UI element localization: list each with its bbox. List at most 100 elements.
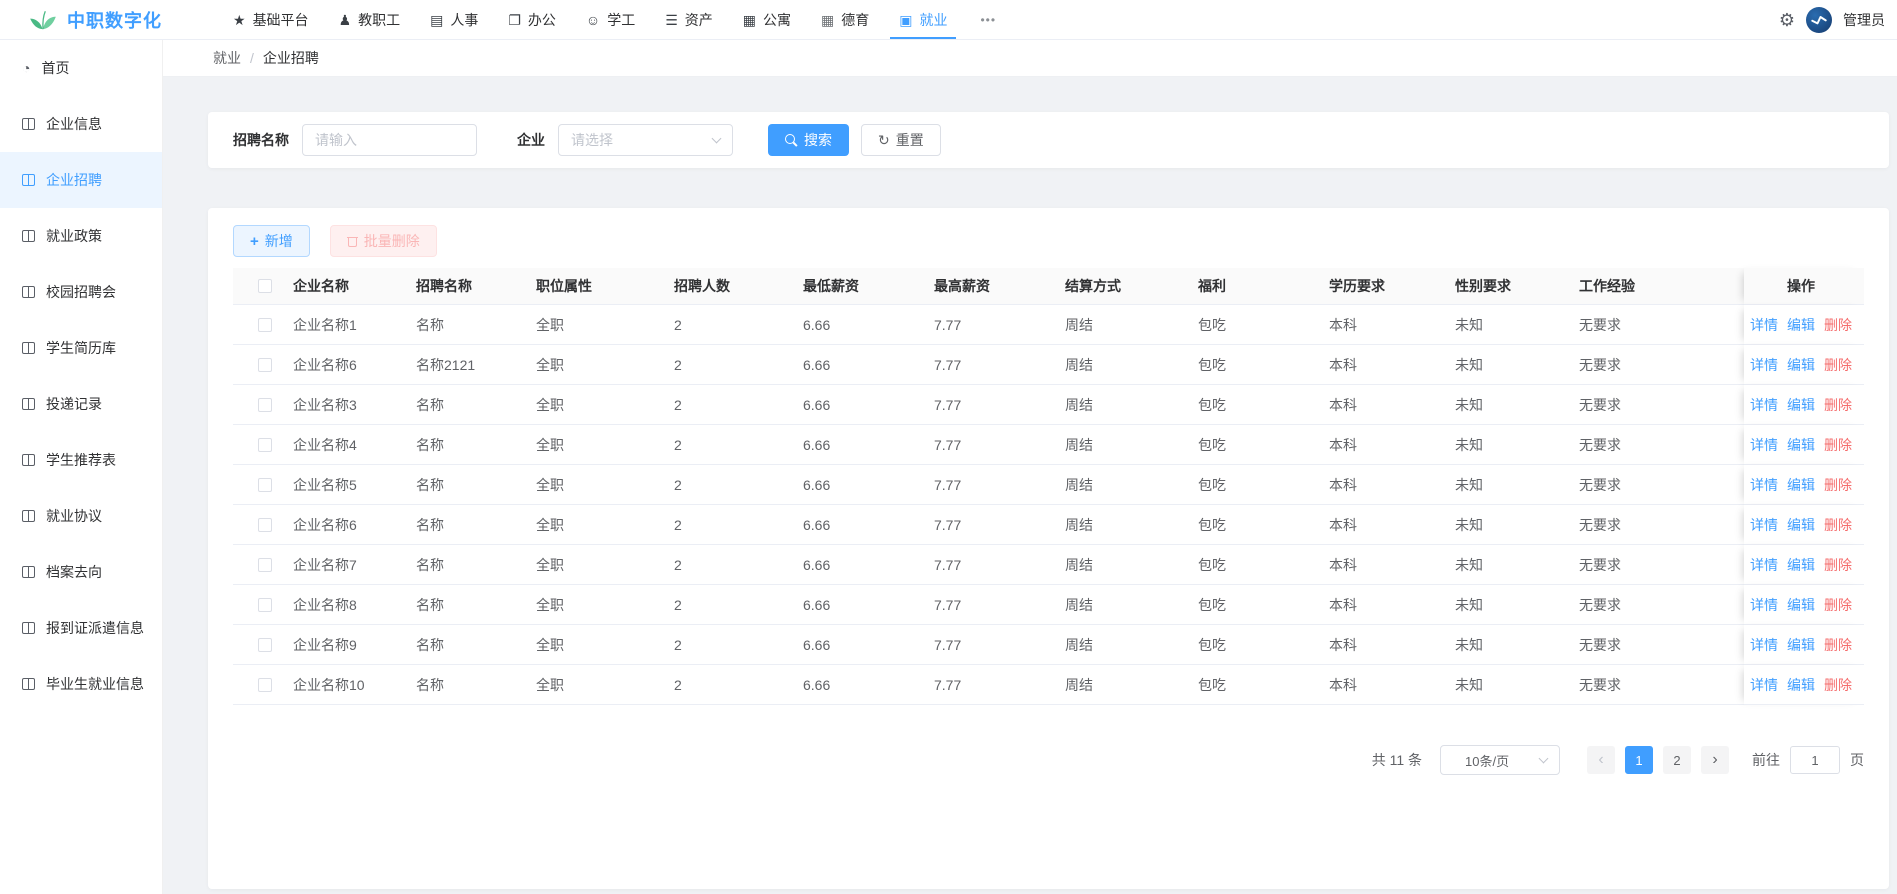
edit-link[interactable]: 编辑 bbox=[1787, 395, 1815, 415]
search-button[interactable]: 搜索 bbox=[768, 124, 849, 156]
company-select[interactable]: 请选择 bbox=[558, 124, 733, 156]
delete-link[interactable]: 删除 bbox=[1824, 555, 1852, 575]
page-number-button[interactable]: 1 bbox=[1625, 746, 1653, 774]
nav-item[interactable]: 教职工 bbox=[324, 0, 416, 39]
brand-name: 中职数字化 bbox=[67, 7, 162, 33]
sidebar-item[interactable]: 校园招聘会 bbox=[0, 264, 162, 320]
detail-link[interactable]: 详情 bbox=[1750, 395, 1778, 415]
detail-link[interactable]: 详情 bbox=[1750, 595, 1778, 615]
prev-page-button[interactable]: ‹ bbox=[1587, 746, 1615, 774]
row-checkbox[interactable] bbox=[258, 678, 272, 692]
cell-settlement: 周结 bbox=[1065, 465, 1198, 505]
sidebar-item[interactable]: 报到证派遣信息 bbox=[0, 600, 162, 656]
sidebar-item[interactable]: 就业政策 bbox=[0, 208, 162, 264]
delete-link[interactable]: 删除 bbox=[1824, 675, 1852, 695]
delete-link[interactable]: 删除 bbox=[1824, 475, 1852, 495]
nav-item[interactable]: 基础平台 bbox=[218, 0, 324, 39]
row-checkbox[interactable] bbox=[258, 558, 272, 572]
sidebar-item[interactable]: 毕业生就业信息 bbox=[0, 656, 162, 712]
brand-logo[interactable]: 中职数字化 bbox=[28, 7, 218, 33]
cell-spacer bbox=[1717, 545, 1744, 585]
edit-link[interactable]: 编辑 bbox=[1787, 355, 1815, 375]
nav-item[interactable]: 德育 bbox=[806, 0, 884, 39]
edit-link[interactable]: 编辑 bbox=[1787, 555, 1815, 575]
batch-delete-button[interactable]: 批量删除 bbox=[330, 225, 437, 257]
nav-item-label: 办公 bbox=[528, 10, 556, 30]
cell-max-salary: 7.77 bbox=[934, 305, 1065, 345]
sidebar-item[interactable]: 企业信息 bbox=[0, 96, 162, 152]
select-all-checkbox[interactable] bbox=[258, 279, 272, 293]
book-icon bbox=[22, 230, 35, 242]
delete-link[interactable]: 删除 bbox=[1824, 355, 1852, 375]
avatar[interactable] bbox=[1806, 7, 1832, 33]
refresh-icon bbox=[878, 132, 890, 149]
delete-link[interactable]: 删除 bbox=[1824, 435, 1852, 455]
row-checkbox[interactable] bbox=[258, 358, 272, 372]
cell-title: 名称 bbox=[416, 385, 536, 425]
reset-button[interactable]: 重置 bbox=[861, 124, 941, 156]
detail-link[interactable]: 详情 bbox=[1750, 635, 1778, 655]
sidebar-item[interactable]: 学生推荐表 bbox=[0, 432, 162, 488]
detail-link[interactable]: 详情 bbox=[1750, 435, 1778, 455]
delete-link[interactable]: 删除 bbox=[1824, 635, 1852, 655]
sidebar-item[interactable]: 学生简历库 bbox=[0, 320, 162, 376]
sidebar-item[interactable]: 企业招聘 bbox=[0, 152, 162, 208]
user-name[interactable]: 管理员 bbox=[1843, 10, 1885, 30]
detail-link[interactable]: 详情 bbox=[1750, 675, 1778, 695]
row-checkbox[interactable] bbox=[258, 598, 272, 612]
cell-company: 企业名称3 bbox=[293, 385, 416, 425]
row-checkbox[interactable] bbox=[258, 638, 272, 652]
edit-link[interactable]: 编辑 bbox=[1787, 515, 1815, 535]
id-card-icon bbox=[430, 13, 443, 27]
goto-page-input[interactable] bbox=[1790, 746, 1840, 774]
nav-item[interactable]: 资产 bbox=[650, 0, 728, 39]
next-page-button[interactable]: › bbox=[1701, 746, 1729, 774]
sidebar-item[interactable]: 首页 bbox=[0, 40, 162, 96]
detail-link[interactable]: 详情 bbox=[1750, 555, 1778, 575]
edit-link[interactable]: 编辑 bbox=[1787, 435, 1815, 455]
cell-education: 本科 bbox=[1329, 545, 1455, 585]
cell-gender: 未知 bbox=[1455, 505, 1579, 545]
edit-link[interactable]: 编辑 bbox=[1787, 675, 1815, 695]
row-checkbox[interactable] bbox=[258, 398, 272, 412]
nav-item[interactable]: 办公 bbox=[493, 0, 571, 39]
cell-spacer bbox=[1717, 385, 1744, 425]
add-button[interactable]: 新增 bbox=[233, 225, 310, 257]
cell-company: 企业名称10 bbox=[293, 665, 416, 705]
detail-link[interactable]: 详情 bbox=[1750, 515, 1778, 535]
cell-type: 全职 bbox=[536, 425, 674, 465]
cell-spacer bbox=[1717, 345, 1744, 385]
nav-item[interactable]: 人事 bbox=[415, 0, 493, 39]
gear-icon[interactable] bbox=[1779, 11, 1795, 29]
delete-link[interactable]: 删除 bbox=[1824, 515, 1852, 535]
cell-welfare: 包吃 bbox=[1198, 625, 1329, 665]
sidebar-item[interactable]: 投递记录 bbox=[0, 376, 162, 432]
nav-item[interactable]: 学工 bbox=[571, 0, 650, 39]
detail-link[interactable]: 详情 bbox=[1750, 315, 1778, 335]
cell-min-salary: 6.66 bbox=[803, 585, 934, 625]
page-number-button[interactable]: 2 bbox=[1663, 746, 1691, 774]
delete-link[interactable]: 删除 bbox=[1824, 315, 1852, 335]
app-window: 中职数字化 基础平台 教职工 人事 bbox=[0, 0, 1897, 894]
detail-link[interactable]: 详情 bbox=[1750, 355, 1778, 375]
page-size-select[interactable]: 10条/页 bbox=[1440, 745, 1560, 775]
nav-item[interactable]: 公寓 bbox=[728, 0, 806, 39]
row-checkbox[interactable] bbox=[258, 438, 272, 452]
row-checkbox[interactable] bbox=[258, 478, 272, 492]
sidebar-item[interactable]: 档案去向 bbox=[0, 544, 162, 600]
edit-link[interactable]: 编辑 bbox=[1787, 475, 1815, 495]
cell-gender: 未知 bbox=[1455, 625, 1579, 665]
edit-link[interactable]: 编辑 bbox=[1787, 635, 1815, 655]
row-checkbox[interactable] bbox=[258, 518, 272, 532]
nav-item[interactable]: 就业 bbox=[884, 0, 962, 39]
detail-link[interactable]: 详情 bbox=[1750, 475, 1778, 495]
edit-link[interactable]: 编辑 bbox=[1787, 595, 1815, 615]
row-checkbox[interactable] bbox=[258, 318, 272, 332]
sidebar-item[interactable]: 就业协议 bbox=[0, 488, 162, 544]
recruit-name-input[interactable] bbox=[302, 124, 477, 156]
edit-link[interactable]: 编辑 bbox=[1787, 315, 1815, 335]
delete-link[interactable]: 删除 bbox=[1824, 595, 1852, 615]
nav-more-button[interactable]: ••• bbox=[962, 13, 1014, 27]
delete-link[interactable]: 删除 bbox=[1824, 395, 1852, 415]
cell-settlement: 周结 bbox=[1065, 665, 1198, 705]
